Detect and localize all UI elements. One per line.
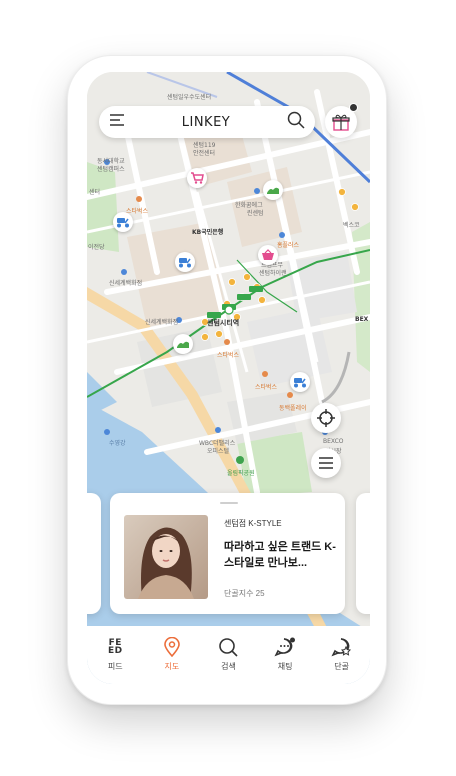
map-pin-icon	[161, 636, 183, 658]
shop-card[interactable]: 센텀점 K-STYLE 따라하고 싶은 트랜드 K-스타일로 만나보... 단골…	[110, 493, 345, 614]
map-label-shinsegae-1: 신세계백화점	[109, 280, 143, 287]
shoe-icon	[267, 187, 279, 194]
map-label-homeplus: 홈플러스	[277, 242, 300, 249]
list-icon	[319, 457, 333, 469]
tab-search-label: 검색	[221, 662, 236, 671]
map-label-starbucks-3: 스타벅스	[255, 384, 278, 391]
map-label-dongbaek: 동백폴레이	[279, 405, 307, 412]
map-label-dongseo-campus: 센텀캠퍼스	[97, 166, 125, 173]
notification-dot	[349, 103, 358, 112]
shopping-cart-icon	[191, 172, 204, 184]
locate-button[interactable]	[311, 403, 341, 433]
scooter-icon	[179, 258, 191, 268]
map-label-trade-2: 센텀하이랜	[259, 270, 287, 277]
map-label-suyeong: 수영강	[109, 440, 126, 447]
map-label-top-street: 센텀일우수도센터	[167, 94, 212, 101]
search-icon[interactable]	[287, 111, 305, 134]
map-label-center-left: 센터	[89, 189, 101, 196]
card-next[interactable]	[356, 493, 370, 614]
gift-icon	[332, 114, 350, 131]
chat-icon	[274, 636, 296, 658]
map-label-center-safety: 안전센터	[193, 150, 216, 157]
shop-name: 센텀점 K-STYLE	[224, 519, 282, 528]
map-label-bexco-corner: 벡스코	[343, 222, 360, 229]
tab-chat-label: 채팅	[277, 662, 293, 671]
scooter-icon	[117, 218, 129, 228]
tab-map[interactable]: 지도	[147, 636, 197, 672]
feed-icon: FE ED	[107, 638, 123, 656]
poi-scooter-marker[interactable]	[290, 372, 310, 392]
map-label-olympic-park: 올림픽공원	[227, 470, 255, 477]
poi-shopping-marker[interactable]	[258, 245, 278, 265]
tab-regular[interactable]: 단골	[317, 636, 367, 672]
card-title: 따라하고 싶은 트랜드 K-스타일로 만나보...	[224, 541, 336, 569]
tab-map-label: 지도	[164, 662, 180, 671]
tab-search[interactable]: 검색	[203, 636, 253, 672]
map-label-ichungdang: 이전당	[88, 244, 105, 251]
crosshair-icon	[317, 409, 335, 427]
map-label-shinsegae-2: 신세계백화점	[145, 319, 179, 326]
menu-icon[interactable]	[109, 113, 125, 131]
poi-scooter-marker[interactable]	[175, 252, 195, 272]
search-icon	[217, 636, 239, 658]
tab-feed-label: 피드	[107, 662, 123, 671]
map-label-starbucks-2: 스타벅스	[217, 352, 240, 359]
map-label-bexco-right: BEX	[355, 316, 369, 323]
app-title: LINKEY	[181, 114, 231, 130]
poi-shopping-marker[interactable]	[187, 168, 207, 188]
star-chat-icon	[331, 636, 353, 658]
tab-chat[interactable]: 채팅	[260, 636, 310, 672]
poi-scooter-marker[interactable]	[113, 212, 133, 232]
card-prev[interactable]	[87, 493, 101, 614]
regular-score: 단골지수 25	[224, 589, 265, 598]
search-bar[interactable]: LINKEY	[99, 106, 315, 138]
map-label-bexco-1: BEXCO	[323, 438, 344, 445]
shop-thumbnail	[124, 515, 208, 599]
poi-beauty-marker[interactable]	[173, 334, 193, 354]
shoe-icon	[177, 341, 189, 348]
bottom-tab-bar: FE ED 피드 지도 검색 채팅 단골	[87, 626, 370, 684]
scooter-icon	[294, 378, 306, 388]
map-label-kb-bank: KB국민은행	[192, 229, 224, 236]
drag-handle[interactable]	[220, 502, 238, 504]
shopping-basket-icon	[262, 249, 274, 260]
list-view-button[interactable]	[311, 448, 341, 478]
map-label-centum-station: 센텀시티역	[207, 319, 240, 327]
tab-feed[interactable]: FE ED 피드	[90, 636, 140, 672]
gift-button[interactable]	[325, 103, 358, 138]
poi-beauty-marker[interactable]	[263, 180, 283, 200]
map-label-wbc-2: 오피스텔	[207, 448, 230, 455]
app-screen: 센텀일우수도센터 센텀119 안전센터 동서대학교 센텀캠퍼스 센터 스타벅스 …	[87, 72, 370, 684]
map-label-hanhwa-2: 린센텀	[247, 210, 264, 217]
tab-regular-label: 단골	[334, 662, 350, 671]
